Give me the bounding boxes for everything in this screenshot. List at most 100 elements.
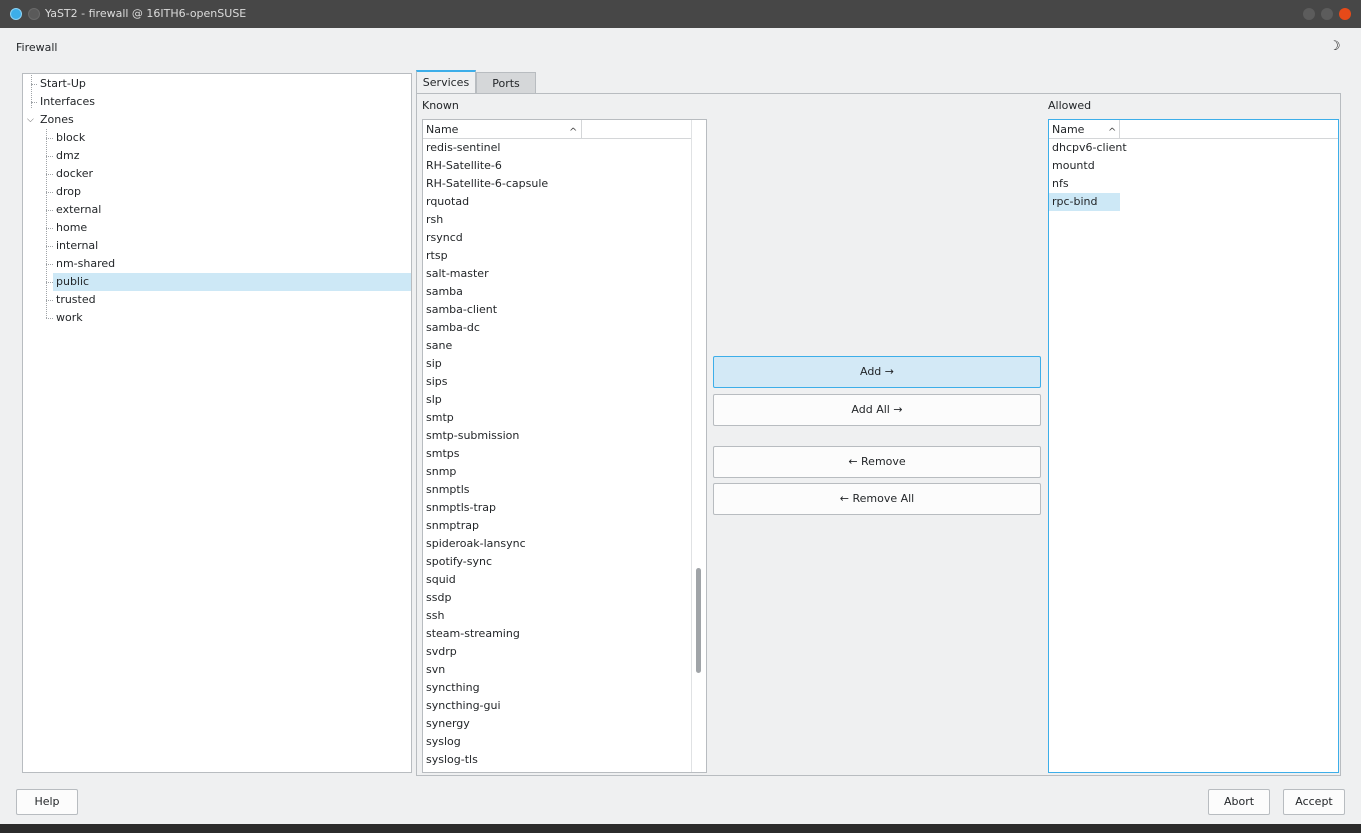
known-list-item[interactable]: snmptls-trap bbox=[423, 499, 690, 517]
known-list-item[interactable]: syncthing-gui bbox=[423, 697, 690, 715]
abort-button[interactable]: Abort bbox=[1208, 789, 1270, 815]
known-list-item[interactable]: samba-dc bbox=[423, 319, 690, 337]
known-list-item[interactable]: spideroak-lansync bbox=[423, 535, 690, 553]
tab-ports[interactable]: Ports bbox=[476, 72, 536, 94]
tree-item[interactable]: Zones bbox=[37, 111, 411, 129]
tree-connector bbox=[46, 129, 47, 318]
navigation-tree[interactable]: Start-Up Interfaces Zones block dmz docker dro… bbox=[22, 73, 412, 773]
known-list-item[interactable]: syslog-tls bbox=[423, 751, 690, 769]
help-button[interactable]: Help bbox=[16, 789, 78, 815]
known-list-item[interactable]: squid bbox=[423, 571, 690, 589]
known-list-item[interactable]: steam-streaming bbox=[423, 625, 690, 643]
known-list-item[interactable]: smtp-submission bbox=[423, 427, 690, 445]
known-list-header: Name ^ bbox=[423, 120, 706, 139]
known-list-item[interactable]: sane bbox=[423, 337, 690, 355]
tree-connector bbox=[46, 318, 53, 319]
known-list-item[interactable]: rsh bbox=[423, 211, 690, 229]
known-list-item[interactable]: smtp bbox=[423, 409, 690, 427]
close-button[interactable] bbox=[1339, 8, 1351, 20]
tree-item[interactable]: external bbox=[53, 201, 411, 219]
tab-services[interactable]: Services bbox=[416, 70, 476, 94]
tree-item[interactable]: block bbox=[53, 129, 411, 147]
tree-item[interactable]: public bbox=[53, 273, 411, 291]
chevron-down-icon[interactable]: ⌵ bbox=[27, 115, 37, 125]
minimize-button[interactable] bbox=[1303, 8, 1315, 20]
known-list-item[interactable]: rquotad bbox=[423, 193, 690, 211]
tree-item[interactable]: dmz bbox=[53, 147, 411, 165]
allowed-services-list[interactable]: Name ^ dhcpv6-client mountd nfs rpc-bind bbox=[1048, 119, 1339, 773]
main-window: Firewall ☽ Start-Up Interfaces Zones block d… bbox=[0, 28, 1361, 824]
remove-all-button[interactable]: ← Remove All bbox=[713, 483, 1041, 515]
tree-item[interactable]: nm-shared bbox=[53, 255, 411, 273]
known-list-item[interactable]: svn bbox=[423, 661, 690, 679]
known-list-item[interactable]: RH-Satellite-6 bbox=[423, 157, 690, 175]
known-list-item[interactable]: samba-client bbox=[423, 301, 690, 319]
known-list-item[interactable]: syncthing bbox=[423, 679, 690, 697]
known-list-item[interactable]: ssh bbox=[423, 607, 690, 625]
tree-item[interactable]: home bbox=[53, 219, 411, 237]
services-panel: Known Allowed Name ^ redis-sentinel RH-Sa… bbox=[416, 93, 1341, 776]
known-list-item[interactable]: snmp bbox=[423, 463, 690, 481]
allowed-list-item[interactable]: mountd bbox=[1049, 157, 1120, 175]
known-services-list[interactable]: Name ^ redis-sentinel RH-Satellite-6 RH-Sa… bbox=[422, 119, 707, 773]
tree-item[interactable]: internal bbox=[53, 237, 411, 255]
known-label: Known bbox=[422, 99, 459, 112]
tree-item[interactable]: Start-Up bbox=[37, 75, 411, 93]
tree-item[interactable]: trusted bbox=[53, 291, 411, 309]
known-list-item[interactable]: salt-master bbox=[423, 265, 690, 283]
known-list-item[interactable]: rtsp bbox=[423, 247, 690, 265]
keep-above-icon[interactable] bbox=[28, 8, 40, 20]
known-list-item[interactable]: snmptrap bbox=[423, 517, 690, 535]
known-list-item[interactable]: smtps bbox=[423, 445, 690, 463]
tree-connector bbox=[46, 246, 53, 247]
known-list-item[interactable]: RH-Satellite-6-capsule bbox=[423, 175, 690, 193]
moon-icon[interactable]: ☽ bbox=[1329, 39, 1341, 54]
tree-connector bbox=[46, 264, 53, 265]
scrollbar-thumb[interactable] bbox=[696, 568, 701, 673]
accept-button[interactable]: Accept bbox=[1283, 789, 1345, 815]
tree-connector bbox=[46, 192, 53, 193]
known-list-scrollbar[interactable] bbox=[691, 120, 706, 772]
yast-app-icon[interactable] bbox=[10, 8, 22, 20]
allowed-label: Allowed bbox=[1048, 99, 1092, 112]
tree-connector bbox=[46, 300, 53, 301]
name-column-label: Name bbox=[426, 123, 459, 136]
maximize-button[interactable] bbox=[1321, 8, 1333, 20]
page-title: Firewall bbox=[16, 41, 58, 54]
allowed-name-column-header[interactable]: Name ^ bbox=[1049, 120, 1120, 139]
allowed-list-item[interactable]: rpc-bind bbox=[1049, 193, 1120, 211]
add-button[interactable]: Add → bbox=[713, 356, 1041, 388]
tree-item[interactable]: drop bbox=[53, 183, 411, 201]
tree-connector bbox=[46, 156, 53, 157]
title-bar: YaST2 - firewall @ 16ITH6-openSUSE bbox=[0, 0, 1361, 28]
window-title: YaST2 - firewall @ 16ITH6-openSUSE bbox=[45, 7, 247, 20]
known-list-item[interactable]: svdrp bbox=[423, 643, 690, 661]
tree-item[interactable]: docker bbox=[53, 165, 411, 183]
tree-connector bbox=[46, 138, 53, 139]
tree-connector bbox=[31, 75, 32, 108]
tree-item[interactable]: Interfaces bbox=[37, 93, 411, 111]
known-list-item[interactable]: samba bbox=[423, 283, 690, 301]
name-column-header[interactable]: Name ^ bbox=[423, 120, 582, 139]
allowed-name-column-label: Name bbox=[1052, 123, 1085, 136]
tree-connector bbox=[46, 210, 53, 211]
known-list-item[interactable]: spotify-sync bbox=[423, 553, 690, 571]
allowed-list-item[interactable]: dhcpv6-client bbox=[1049, 139, 1127, 157]
allowed-list-header: Name ^ bbox=[1049, 120, 1338, 139]
tree-connector bbox=[46, 282, 53, 283]
allowed-list-item[interactable]: nfs bbox=[1049, 175, 1120, 193]
known-list-item[interactable]: redis-sentinel bbox=[423, 139, 690, 157]
known-list-item[interactable]: slp bbox=[423, 391, 690, 409]
known-list-item[interactable]: sip bbox=[423, 355, 690, 373]
known-list-item[interactable]: sips bbox=[423, 373, 690, 391]
known-list-item[interactable]: rsyncd bbox=[423, 229, 690, 247]
known-list-item[interactable]: synergy bbox=[423, 715, 690, 733]
add-all-button[interactable]: Add All → bbox=[713, 394, 1041, 426]
tree-connector bbox=[46, 174, 53, 175]
known-list-item[interactable]: syslog bbox=[423, 733, 690, 751]
remove-button[interactable]: ← Remove bbox=[713, 446, 1041, 478]
known-list-item[interactable]: ssdp bbox=[423, 589, 690, 607]
known-list-item[interactable]: snmptls bbox=[423, 481, 690, 499]
window-bottom-edge bbox=[0, 824, 1361, 833]
tree-item[interactable]: work bbox=[53, 309, 411, 327]
